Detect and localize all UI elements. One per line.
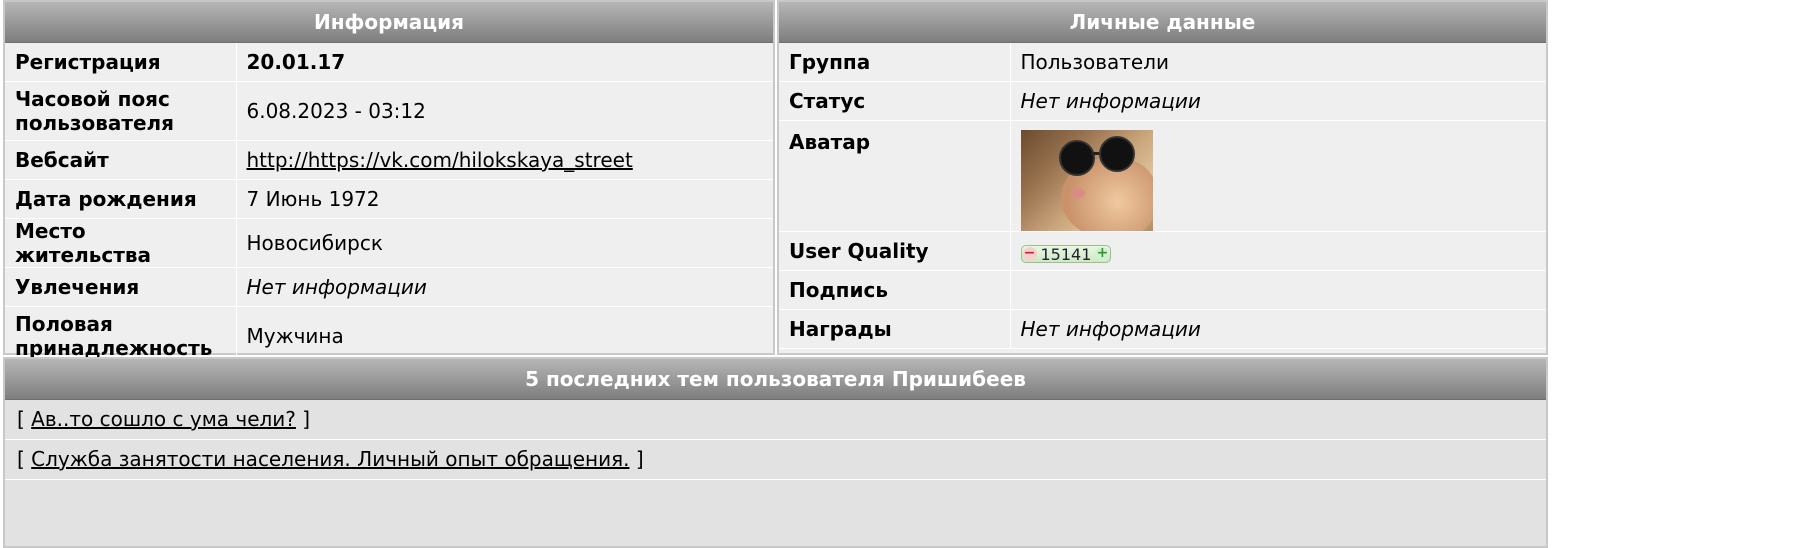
topics-panel-title: 5 последних тем пользователя Пришибеев xyxy=(5,359,1546,400)
topic-item: [ Ав..то сошло с ума чели? ] xyxy=(5,400,1546,440)
hobbies-value: Нет информации xyxy=(236,267,773,307)
info-row-timezone: Часовой пояс пользователя 6.08.2023 - 03… xyxy=(5,81,773,141)
user-quality-label: User Quality xyxy=(779,231,1011,271)
info-row-hobbies: Увлечения Нет информации xyxy=(5,267,773,307)
personal-row-user-quality: User Quality − 15141 + xyxy=(779,231,1546,271)
status-value: Нет информации xyxy=(1010,81,1546,121)
registration-label: Регистрация xyxy=(5,43,237,82)
bracket-open: [ xyxy=(17,407,25,431)
avatar-label: Аватар xyxy=(779,120,1011,232)
bracket-open: [ xyxy=(17,447,25,471)
personal-panel: Личные данные Группа Пользователи Статус… xyxy=(777,0,1548,355)
info-row-registration: Регистрация 20.01.17 xyxy=(5,43,773,82)
info-panel: Информация Регистрация 20.01.17 Часовой … xyxy=(3,0,775,367)
timezone-value: 6.08.2023 - 03:12 xyxy=(236,81,773,141)
personal-table: Группа Пользователи Статус Нет информаци… xyxy=(779,43,1546,349)
awards-value: Нет информации xyxy=(1010,309,1546,349)
website-label: Вебсайт xyxy=(5,140,237,180)
bracket-close: ] xyxy=(302,407,311,431)
group-label: Группа xyxy=(779,43,1011,82)
info-row-location: Место жительства Новосибирск xyxy=(5,218,773,268)
awards-label: Награды xyxy=(779,309,1011,349)
info-panel-title: Информация xyxy=(5,2,773,43)
personal-panel-title: Личные данные xyxy=(779,2,1546,43)
sunglasses-right-lens xyxy=(1098,135,1135,172)
signature-value xyxy=(1010,270,1546,310)
user-quality-widget: − 15141 + xyxy=(1020,244,1112,264)
birthdate-value: 7 Июнь 1972 xyxy=(236,179,773,219)
status-label: Статус xyxy=(779,81,1011,121)
sunglasses-left-lens xyxy=(1058,139,1095,176)
personal-row-group: Группа Пользователи xyxy=(779,43,1546,82)
timezone-label: Часовой пояс пользователя xyxy=(5,81,237,141)
info-row-website: Вебсайт http://https://vk.com/hilokskaya… xyxy=(5,140,773,180)
personal-row-signature: Подпись xyxy=(779,270,1546,310)
website-link[interactable]: http://https://vk.com/hilokskaya_street xyxy=(247,148,633,172)
info-row-birthdate: Дата рождения 7 Июнь 1972 xyxy=(5,179,773,219)
signature-label: Подпись xyxy=(779,270,1011,310)
birthdate-label: Дата рождения xyxy=(5,179,237,219)
info-table: Регистрация 20.01.17 Часовой пояс пользо… xyxy=(5,43,773,367)
personal-row-avatar: Аватар xyxy=(779,120,1546,232)
personal-row-status: Статус Нет информации xyxy=(779,81,1546,121)
minus-icon[interactable]: − xyxy=(1022,246,1037,261)
registration-value: 20.01.17 xyxy=(236,43,773,82)
topics-panel: 5 последних тем пользователя Пришибеев [… xyxy=(3,357,1548,548)
group-value: Пользователи xyxy=(1010,43,1546,82)
hobbies-label: Увлечения xyxy=(5,267,237,307)
location-value: Новосибирск xyxy=(236,218,773,268)
location-label: Место жительства xyxy=(5,218,237,268)
topic-link[interactable]: Ав..то сошло с ума чели? xyxy=(31,407,296,431)
topic-link[interactable]: Служба занятости населения. Личный опыт … xyxy=(31,447,629,471)
cat-nose-shape xyxy=(1070,187,1085,198)
topic-item: [ Служба занятости населения. Личный опы… xyxy=(5,440,1546,480)
bracket-close: ] xyxy=(635,447,644,471)
plus-icon[interactable]: + xyxy=(1095,246,1110,261)
avatar-image xyxy=(1020,129,1153,231)
user-quality-value: 15141 xyxy=(1040,244,1092,264)
personal-row-awards: Награды Нет информации xyxy=(779,309,1546,349)
